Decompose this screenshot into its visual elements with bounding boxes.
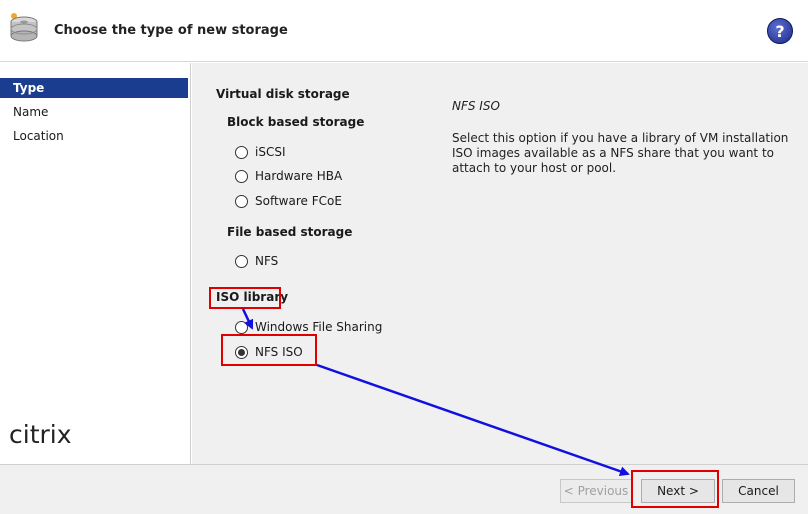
- virtual-disk-heading: Virtual disk storage: [216, 87, 350, 101]
- radio-nfs[interactable]: NFS: [235, 252, 278, 270]
- sidebar-item-name[interactable]: Name: [0, 102, 188, 122]
- radio-label: NFS: [255, 254, 279, 268]
- storage-disk-icon: [10, 13, 38, 42]
- radio-label: Software FCoE: [255, 194, 342, 208]
- iso-library-heading: ISO library: [216, 290, 289, 304]
- radio-label: Hardware HBA: [255, 169, 343, 183]
- file-based-heading: File based storage: [227, 225, 353, 239]
- radio-windows-file-sharing[interactable]: Windows File Sharing: [235, 318, 382, 336]
- radio-button-selected[interactable]: [235, 345, 248, 359]
- description-title: NFS ISO: [452, 99, 500, 113]
- radio-label: iSCSI: [255, 145, 286, 159]
- page-title: Choose the type of new storage: [54, 23, 288, 38]
- wizard-sidebar: Type Name Location citrix: [0, 63, 191, 464]
- radio-software-fcoe[interactable]: Software FCoE: [235, 192, 342, 210]
- cancel-button[interactable]: Cancel: [722, 479, 795, 503]
- radio-nfs-iso[interactable]: NFS ISO: [235, 343, 303, 361]
- wizard-header: Choose the type of new storage ?: [0, 0, 808, 62]
- radio-button[interactable]: [235, 320, 248, 334]
- block-based-heading: Block based storage: [227, 115, 365, 129]
- wizard-footer: < Previous Next > Cancel: [0, 464, 808, 514]
- radio-hardware-hba[interactable]: Hardware HBA: [235, 167, 342, 185]
- help-icon[interactable]: ?: [767, 18, 793, 44]
- citrix-logo: citrix: [9, 420, 72, 449]
- sidebar-item-type[interactable]: Type: [0, 78, 188, 98]
- description-text: Select this option if you have a library…: [452, 131, 789, 175]
- radio-label: Windows File Sharing: [255, 320, 383, 334]
- sidebar-item-location[interactable]: Location: [0, 126, 188, 146]
- previous-button[interactable]: < Previous: [560, 479, 632, 503]
- radio-button[interactable]: [235, 254, 248, 268]
- radio-label: NFS ISO: [255, 345, 303, 359]
- radio-iscsi[interactable]: iSCSI: [235, 143, 286, 161]
- radio-button[interactable]: [235, 145, 248, 159]
- storage-type-panel: Virtual disk storage Block based storage…: [192, 63, 808, 464]
- radio-button[interactable]: [235, 169, 248, 183]
- next-button[interactable]: Next >: [641, 479, 715, 503]
- radio-button[interactable]: [235, 194, 248, 208]
